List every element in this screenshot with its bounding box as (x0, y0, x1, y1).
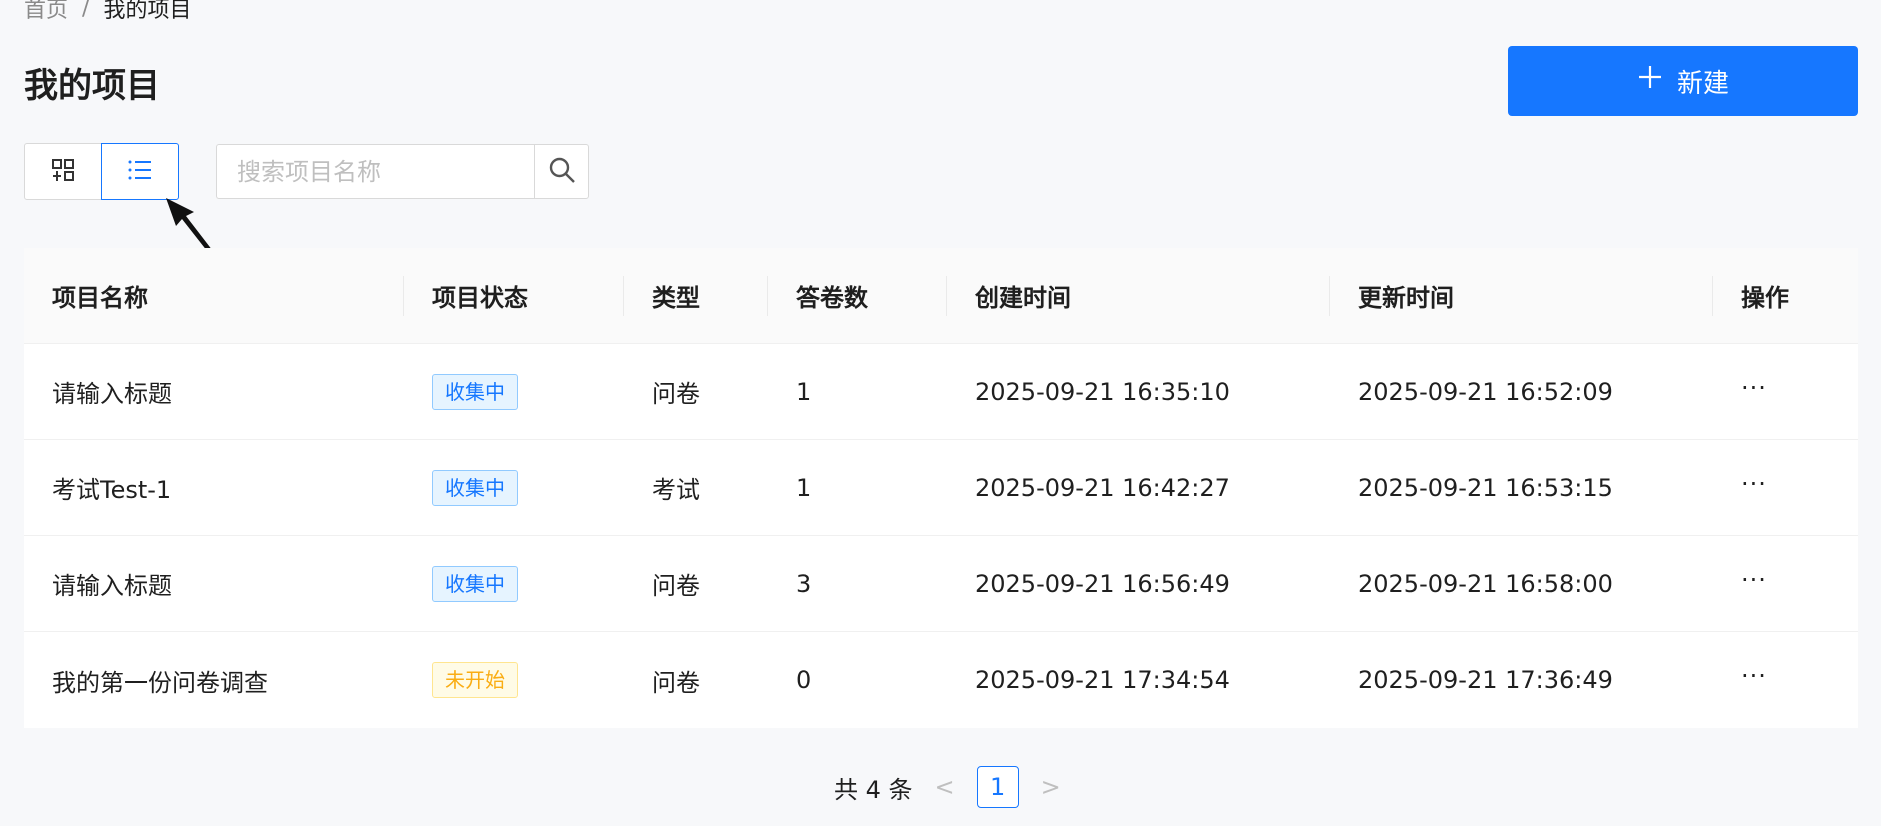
next-page-button[interactable]: > (1041, 773, 1061, 801)
header-updated-time: 更新时间 (1330, 248, 1713, 343)
breadcrumb-separator: / (82, 0, 90, 21)
project-name[interactable]: 请输入标题 (24, 536, 404, 631)
more-actions-button[interactable]: ··· (1741, 470, 1767, 506)
header-project-name: 项目名称 (24, 248, 404, 343)
status-cell: 收集中 (404, 536, 624, 631)
search-input[interactable] (216, 144, 534, 199)
project-type: 问卷 (652, 380, 700, 408)
prev-page-button[interactable]: < (935, 773, 955, 801)
project-name[interactable]: 我的第一份问卷调查 (24, 632, 404, 728)
created-time: 2025-09-21 16:56:49 (975, 569, 1230, 598)
breadcrumb: 首页 / 我的项目 (24, 0, 191, 24)
status-cell: 收集中 (404, 440, 624, 535)
page-number-button[interactable]: 1 (976, 766, 1019, 808)
header-created-time: 创建时间 (947, 248, 1330, 343)
plus-icon (1637, 62, 1663, 96)
project-type: 问卷 (652, 572, 700, 600)
table-row[interactable]: 我的第一份问卷调查 未开始 问卷 0 2025-09-21 17:34:54 2… (24, 632, 1858, 728)
table-row[interactable]: 请输入标题 收集中 问卷 1 2025-09-21 16:35:10 2025-… (24, 344, 1858, 440)
updated-time: 2025-09-21 17:36:49 (1358, 666, 1613, 694)
table-header: 项目名称 项目状态 类型 答卷数 创建时间 更新时间 操作 (24, 248, 1858, 344)
actions-cell: ··· (1713, 344, 1858, 439)
updated-time: 2025-09-21 16:53:15 (1358, 473, 1613, 502)
grid-view-button[interactable] (24, 143, 102, 200)
new-project-button[interactable]: 新建 (1508, 46, 1858, 116)
project-type: 问卷 (652, 668, 700, 697)
page-title: 我的项目 (24, 66, 160, 106)
status-badge: 收集中 (432, 373, 518, 410)
status-badge: 收集中 (432, 565, 518, 602)
project-type: 考试 (652, 476, 700, 504)
created-time: 2025-09-21 16:42:27 (975, 473, 1230, 502)
new-button-label: 新建 (1676, 68, 1729, 99)
search-button[interactable] (534, 144, 589, 199)
status-badge: 收集中 (432, 469, 518, 506)
list-view-icon (127, 158, 153, 186)
header-type: 类型 (624, 248, 768, 343)
breadcrumb-current: 我的项目 (103, 0, 192, 23)
response-count: 1 (796, 473, 812, 502)
pagination: 共 4 条 < 1 > (834, 766, 1061, 808)
actions-cell: ··· (1713, 536, 1858, 631)
updated-time: 2025-09-21 16:58:00 (1358, 569, 1613, 598)
more-actions-button[interactable]: ··· (1741, 662, 1767, 698)
table-row[interactable]: 请输入标题 收集中 问卷 3 2025-09-21 16:56:49 2025-… (24, 536, 1858, 632)
status-badge: 未开始 (432, 662, 518, 698)
table-row[interactable]: 考试Test-1 收集中 考试 1 2025-09-21 16:42:27 20… (24, 440, 1858, 536)
grid-view-icon (51, 158, 75, 186)
response-count: 0 (796, 666, 812, 694)
response-count: 3 (796, 569, 812, 598)
header-project-status: 项目状态 (404, 248, 624, 343)
view-toggle (24, 143, 179, 200)
created-time: 2025-09-21 17:34:54 (975, 666, 1230, 694)
search-icon (548, 156, 576, 188)
header-response-count: 答卷数 (768, 248, 947, 343)
header-actions: 操作 (1741, 284, 1789, 312)
actions-cell: ··· (1713, 440, 1858, 535)
status-cell: 收集中 (404, 344, 624, 439)
updated-time: 2025-09-21 16:52:09 (1358, 377, 1613, 406)
pagination-total: 共 4 条 (834, 775, 913, 804)
actions-cell: ··· (1713, 632, 1858, 728)
created-time: 2025-09-21 16:35:10 (975, 377, 1230, 406)
search-bar (216, 144, 589, 199)
response-count: 1 (796, 377, 812, 406)
status-cell: 未开始 (404, 632, 624, 728)
breadcrumb-home[interactable]: 首页 (24, 0, 68, 24)
more-actions-button[interactable]: ··· (1741, 374, 1767, 410)
project-name[interactable]: 考试Test-1 (24, 440, 404, 535)
projects-table: 项目名称 项目状态 类型 答卷数 创建时间 更新时间 操作 请输入标题 收集中 … (24, 248, 1858, 728)
more-actions-button[interactable]: ··· (1741, 566, 1767, 602)
project-name[interactable]: 请输入标题 (24, 344, 404, 439)
